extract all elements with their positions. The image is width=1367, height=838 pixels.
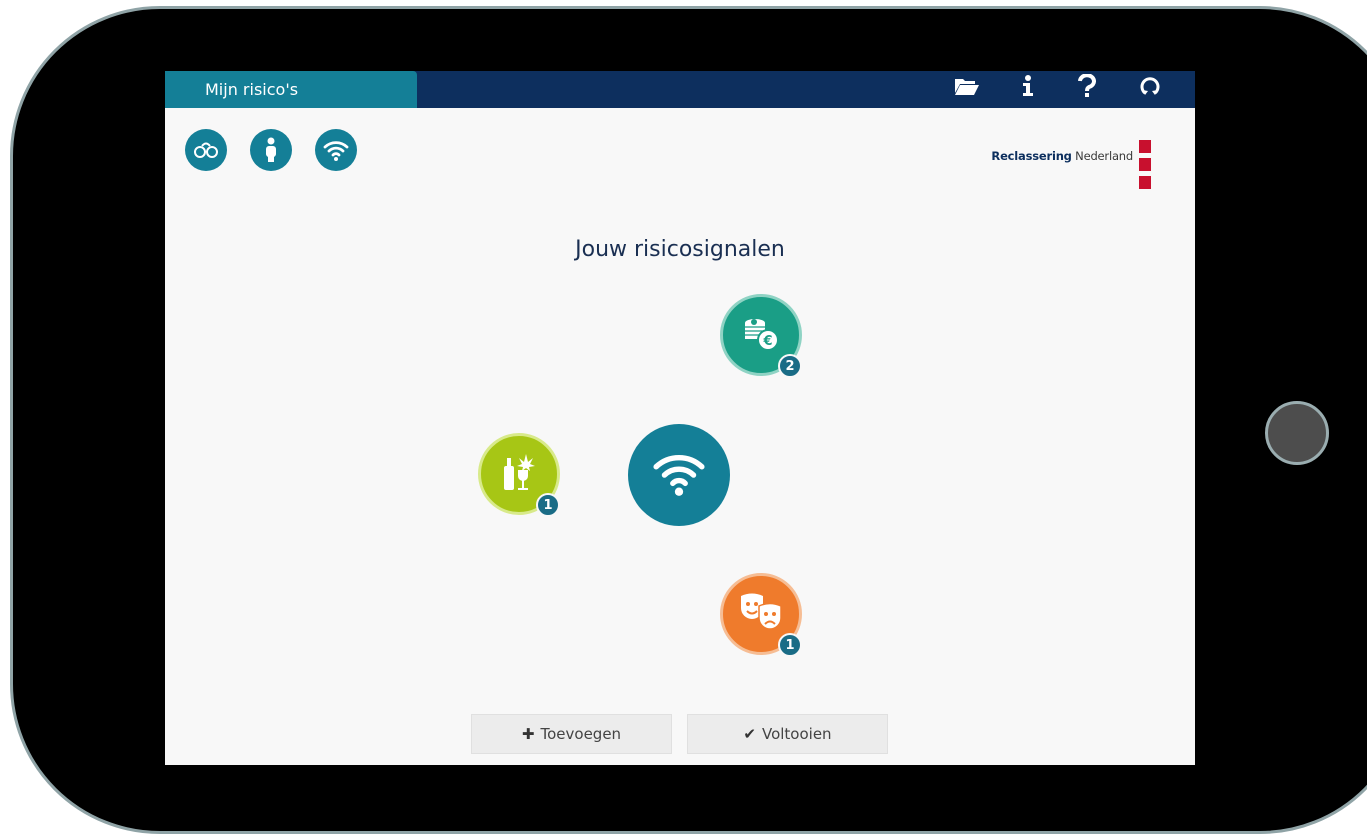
folder-open-icon[interactable] (952, 71, 982, 101)
money-coins-icon: € (741, 313, 781, 357)
alcohol-drugs-icon (502, 452, 536, 496)
handcuffs-icon[interactable] (185, 129, 227, 171)
plus-icon: ✚ (521, 725, 535, 743)
theater-masks-icon (739, 592, 783, 636)
wifi-signal-icon (652, 446, 706, 504)
signal-social[interactable]: 1 (720, 573, 802, 657)
info-icon[interactable] (1013, 71, 1043, 101)
help-icon[interactable] (1072, 71, 1102, 101)
page-title: Jouw risicosignalen (575, 237, 785, 262)
signal-count-badge: 1 (778, 633, 802, 657)
signal-count-badge: 1 (536, 493, 560, 517)
signal-count-badge: 2 (778, 354, 802, 378)
reclassering-logo: Reclassering Nederland (991, 149, 1133, 163)
home-button[interactable] (1265, 401, 1329, 465)
person-icon[interactable] (250, 129, 292, 171)
complete-button[interactable]: ✔ Voltooien (687, 714, 888, 754)
signal-money[interactable]: € 2 (720, 294, 802, 378)
tab-mijn-risicos[interactable]: Mijn risico's (165, 71, 417, 108)
wifi-signal-icon[interactable] (315, 129, 357, 171)
top-bar: Mijn risico's (165, 71, 1195, 108)
add-button[interactable]: ✚ Toevoegen (471, 714, 672, 754)
app-screen: Mijn risico's Reclassering Nederland Jou… (165, 71, 1195, 765)
center-signal[interactable] (628, 424, 730, 526)
refresh-icon[interactable] (1135, 71, 1165, 101)
svg-text:€: € (762, 334, 772, 349)
logo-bars (1139, 140, 1151, 194)
signal-alcohol-drugs[interactable]: 1 (478, 433, 560, 517)
check-icon: ✔ (743, 725, 756, 743)
